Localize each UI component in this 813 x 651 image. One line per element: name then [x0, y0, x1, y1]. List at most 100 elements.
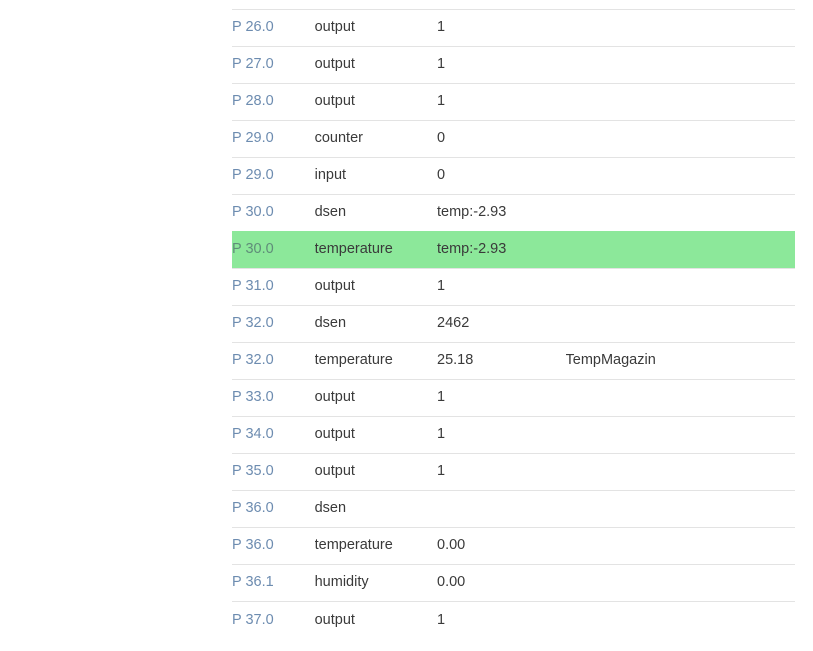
table-cell-task: P 32.0 [232, 305, 315, 343]
task-link[interactable]: P 37.0 [232, 612, 274, 628]
table-cell-name: dsen [314, 305, 437, 343]
table-row[interactable]: P 30.0 dsen temp:-2.93 [232, 194, 795, 232]
table-cell-task: P 33.0 [232, 379, 315, 417]
task-link[interactable]: P 29.0 [232, 167, 274, 183]
task-link[interactable]: P 32.0 [232, 352, 274, 368]
table-cell-value: 25.18 [437, 342, 566, 380]
table-row[interactable]: P 36.0 dsen [232, 490, 795, 528]
table-cell-task: P 30.0 [232, 194, 315, 232]
device-values-table: P 25.0output1P 26.0output1P 27.0output1P… [232, 0, 795, 639]
table-cell-task: P 30.0 [232, 231, 315, 269]
table-cell-value: 0.00 [437, 527, 566, 565]
table-row[interactable]: P 29.0 input 0 [232, 157, 795, 195]
table-cell-value: temp:-2.93 [437, 231, 566, 269]
table-cell-value: 1 [437, 83, 566, 121]
table-cell-task: P 31.0 [232, 268, 315, 306]
table-cell-name: output [314, 0, 437, 10]
table-row[interactable]: P 30.0 temperature temp:-2.93 [232, 231, 795, 269]
table-cell-task: P 26.0 [232, 9, 315, 47]
task-link[interactable]: P 31.0 [232, 278, 274, 294]
task-link[interactable]: P 36.1 [232, 574, 274, 590]
task-link[interactable]: P 30.0 [232, 204, 274, 220]
table-cell-value: 1 [437, 9, 566, 47]
table-cell-name: output [314, 416, 437, 454]
task-link[interactable]: P 26.0 [232, 19, 274, 35]
table-cell-task: P 36.0 [232, 490, 315, 528]
table-row[interactable]: P 29.0 counter 0 [232, 120, 795, 158]
table-cell-value [437, 490, 566, 528]
table-cell-task: P 36.1 [232, 564, 315, 602]
task-link[interactable]: P 36.0 [232, 500, 274, 516]
table-cell-name: output [314, 9, 437, 47]
table-cell-value: 0 [437, 120, 566, 158]
table-cell-name: dsen [314, 490, 437, 528]
table-row[interactable]: P 32.0 temperature 25.18 TempMagazin [232, 342, 795, 380]
table-cell-value: 0 [437, 157, 566, 195]
page-root: P 25.0output1P 26.0output1P 27.0output1P… [0, 0, 813, 651]
table-row[interactable]: P 36.0 temperature 0.00 [232, 527, 795, 565]
table-cell-extra [565, 490, 795, 528]
table-cell-value: 1 [437, 453, 566, 491]
table-cell-name: output [314, 83, 437, 121]
task-link[interactable]: P 27.0 [232, 56, 274, 72]
table-cell-extra [565, 527, 795, 565]
table-row[interactable]: P 37.0 output 1 [232, 601, 795, 639]
table-cell-value: 1 [437, 46, 566, 84]
table-row[interactable]: P 36.1 humidity 0.00 [232, 564, 795, 602]
table-cell-name: output [314, 46, 437, 84]
table-cell-task: P 36.0 [232, 527, 315, 565]
table-row[interactable]: P 32.0 dsen 2462 [232, 305, 795, 343]
table-cell-name: output [314, 601, 437, 639]
table-cell-extra [565, 83, 795, 121]
task-link[interactable]: P 36.0 [232, 537, 274, 553]
table-cell-name: temperature [314, 342, 437, 380]
task-link[interactable]: P 32.0 [232, 315, 274, 331]
table-cell-extra [565, 416, 795, 454]
device-values-table-body: P 25.0output1P 26.0output1P 27.0output1P… [232, 0, 795, 639]
table-cell-name: temperature [314, 527, 437, 565]
table-row[interactable]: P 27.0 output 1 [232, 46, 795, 84]
table-row[interactable]: P 34.0 output 1 [232, 416, 795, 454]
table-row[interactable]: P 35.0 output 1 [232, 453, 795, 491]
table-cell-extra [565, 46, 795, 84]
table-cell-extra [565, 157, 795, 195]
table-cell-extra [565, 231, 795, 269]
table-cell-task: P 25.0 [232, 0, 315, 10]
table-cell-name: output [314, 268, 437, 306]
table-cell-task: P 28.0 [232, 83, 315, 121]
table-row[interactable]: P 28.0 output 1 [232, 83, 795, 121]
table-cell-name: temperature [314, 231, 437, 269]
table-cell-extra [565, 0, 795, 10]
task-link[interactable]: P 34.0 [232, 426, 274, 442]
table-cell-extra [565, 9, 795, 47]
table-cell-name: counter [314, 120, 437, 158]
table-cell-task: P 34.0 [232, 416, 315, 454]
table-cell-value: 1 [437, 601, 566, 639]
table-cell-extra [565, 120, 795, 158]
table-cell-task: P 35.0 [232, 453, 315, 491]
table-cell-value: 0.00 [437, 564, 566, 602]
table-cell-task: P 29.0 [232, 120, 315, 158]
task-link[interactable]: P 28.0 [232, 93, 274, 109]
table-cell-extra: TempMagazin [565, 342, 795, 380]
task-link[interactable]: P 35.0 [232, 463, 274, 479]
table-row[interactable]: P 31.0 output 1 [232, 268, 795, 306]
table-cell-extra [565, 305, 795, 343]
task-link[interactable]: P 30.0 [232, 241, 274, 257]
table-row[interactable]: P 33.0 output 1 [232, 379, 795, 417]
table-cell-value: 1 [437, 0, 566, 10]
table-cell-task: P 32.0 [232, 342, 315, 380]
table-cell-extra [565, 564, 795, 602]
table-cell-extra [565, 601, 795, 639]
table-cell-task: P 37.0 [232, 601, 315, 639]
table-cell-name: output [314, 379, 437, 417]
task-link[interactable]: P 29.0 [232, 130, 274, 146]
table-cell-value: 1 [437, 416, 566, 454]
table-cell-extra [565, 379, 795, 417]
table-cell-value: 1 [437, 379, 566, 417]
task-link[interactable]: P 33.0 [232, 389, 274, 405]
table-row[interactable]: P 25.0output1 [232, 0, 795, 10]
table-row[interactable]: P 26.0 output 1 [232, 9, 795, 47]
table-cell-extra [565, 194, 795, 232]
table-cell-name: output [314, 453, 437, 491]
